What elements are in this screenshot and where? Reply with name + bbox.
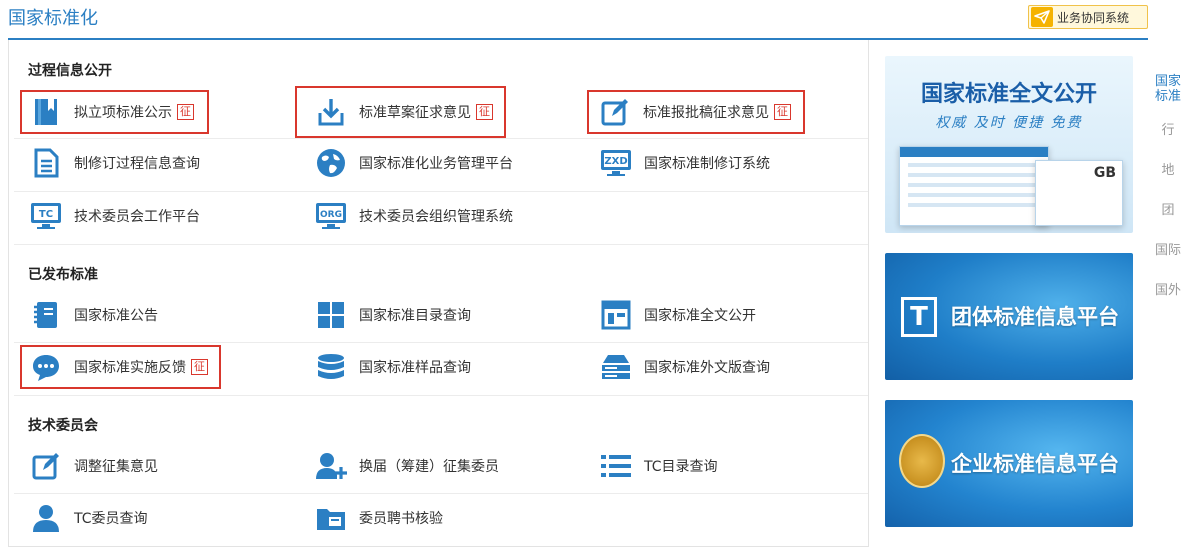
item-label: 制修订过程信息查询 — [74, 156, 200, 172]
item-label: TC目录查询 — [644, 459, 718, 475]
svg-text:TC: TC — [39, 209, 53, 220]
section-title-tc: 技术委员会 — [28, 418, 98, 434]
edit-pencil-icon — [30, 450, 62, 482]
solicit-badge: 征 — [191, 359, 208, 375]
item-approval-draft-comments[interactable]: 标准报批稿征求意见 征 — [587, 90, 805, 134]
item-label: TC委员查询 — [74, 511, 148, 527]
folder-icon — [315, 502, 347, 534]
item-label: 国家标准实施反馈 — [74, 360, 186, 376]
notebook-icon — [30, 299, 62, 331]
user-icon — [30, 502, 62, 534]
monitor-tc-icon: TC — [30, 200, 62, 232]
item-tc-member-query[interactable]: TC委员查询 — [30, 498, 148, 538]
item-label: 国家标准目录查询 — [359, 308, 471, 324]
side-tab-foreign[interactable]: 国外 — [1148, 270, 1188, 310]
item-catalog-query[interactable]: 国家标准目录查询 — [315, 295, 471, 335]
server-stack-icon — [600, 351, 632, 383]
row-divider — [14, 138, 868, 139]
section-title-process: 过程信息公开 — [28, 63, 112, 79]
svg-text:ZXD: ZXD — [604, 156, 627, 167]
list-icon — [600, 450, 632, 482]
item-label: 技术委员会组织管理系统 — [359, 209, 513, 225]
side-tab-bar: 国家标准 行 地 团 国际 国外 — [1148, 68, 1188, 310]
globe-icon — [315, 147, 347, 179]
row-divider — [14, 493, 868, 494]
national-emblem-icon — [899, 434, 945, 488]
item-adjust-comments[interactable]: 调整征集意见 — [30, 446, 158, 486]
paper-plane-icon — [1031, 7, 1053, 27]
gb-mark: GB — [1093, 165, 1116, 181]
row-divider — [14, 191, 868, 192]
item-label: 调整征集意见 — [74, 459, 158, 475]
item-label: 国家标准化业务管理平台 — [359, 156, 513, 172]
banner-enterprise-standard-platform[interactable]: 企业标准信息平台 — [885, 400, 1133, 527]
item-tc-work-platform[interactable]: TC 技术委员会工作平台 — [30, 196, 200, 236]
chat-bubble-icon — [30, 351, 62, 383]
item-tc-catalog-query[interactable]: TC目录查询 — [600, 446, 718, 486]
svg-text:ORG: ORG — [320, 210, 342, 220]
banner-title: 国家标准全文公开 — [920, 82, 1097, 107]
solicit-badge: 征 — [476, 104, 493, 120]
item-label: 换届（筹建）征集委员 — [359, 459, 499, 475]
item-tc-org-system[interactable]: ORG 技术委员会组织管理系统 — [315, 196, 513, 236]
collab-system-label: 业务协同系统 — [1057, 10, 1130, 25]
side-tab-local[interactable]: 地 — [1148, 150, 1188, 190]
group-standard-logo: T — [901, 297, 937, 337]
document-preview — [899, 146, 1049, 226]
edit-pencil-icon — [599, 96, 631, 128]
item-sample-query[interactable]: 国家标准样品查询 — [315, 347, 471, 387]
side-tab-group[interactable]: 团 — [1148, 190, 1188, 230]
solicit-badge: 征 — [177, 104, 194, 120]
monitor-zxd-icon: ZXD — [600, 147, 632, 179]
download-tray-icon — [315, 96, 347, 128]
item-label: 国家标准制修订系统 — [644, 156, 770, 172]
banner-title: 企业标准信息平台 — [951, 452, 1119, 476]
section-divider — [14, 395, 868, 396]
item-label: 技术委员会工作平台 — [74, 209, 200, 225]
item-implementation-feedback[interactable]: 国家标准实施反馈 征 — [20, 345, 221, 389]
collab-system-button[interactable]: 业务协同系统 — [1028, 5, 1148, 29]
row-divider — [14, 342, 868, 343]
section-title-published: 已发布标准 — [28, 267, 98, 283]
side-tab-industry[interactable]: 行 — [1148, 110, 1188, 150]
item-business-platform[interactable]: 国家标准化业务管理平台 — [315, 143, 513, 183]
item-label: 国家标准外文版查询 — [644, 360, 770, 376]
grid-icon — [315, 299, 347, 331]
item-label: 标准草案征求意见 — [359, 105, 471, 121]
bookmark-book-icon — [30, 96, 62, 128]
item-label: 国家标准全文公开 — [644, 308, 756, 324]
item-revision-system[interactable]: ZXD 国家标准制修订系统 — [600, 143, 770, 183]
monitor-org-icon: ORG — [315, 200, 347, 232]
item-label: 拟立项标准公示 — [74, 105, 172, 121]
database-icon — [315, 351, 347, 383]
section-divider — [14, 244, 868, 245]
banner-group-standard-platform[interactable]: T 团体标准信息平台 — [885, 253, 1133, 380]
side-tab-international[interactable]: 国际 — [1148, 230, 1188, 270]
side-tab-national[interactable]: 国家标准 — [1148, 68, 1188, 110]
item-label: 委员聘书核验 — [359, 511, 443, 527]
item-proposal-publicity[interactable]: 拟立项标准公示 征 — [20, 90, 209, 134]
banner-fulltext-public[interactable]: 国家标准全文公开 权威 及时 便捷 免费 GB — [885, 56, 1133, 233]
banner-subtitle: 权威 及时 便捷 免费 — [935, 115, 1083, 131]
item-label: 国家标准样品查询 — [359, 360, 471, 376]
solicit-badge: 征 — [774, 104, 791, 120]
item-standard-announcement[interactable]: 国家标准公告 — [30, 295, 158, 335]
item-fulltext-public[interactable]: 国家标准全文公开 — [600, 295, 756, 335]
page-title: 国家标准化 — [8, 8, 98, 29]
add-user-icon — [315, 450, 347, 482]
item-recruit-members[interactable]: 换届（筹建）征集委员 — [315, 446, 499, 486]
item-certificate-verify[interactable]: 委员聘书核验 — [315, 498, 443, 538]
item-label: 国家标准公告 — [74, 308, 158, 324]
item-foreign-version-query[interactable]: 国家标准外文版查询 — [600, 347, 770, 387]
item-revision-process-query[interactable]: 制修订过程信息查询 — [30, 143, 200, 183]
document-preview: GB — [1035, 160, 1123, 226]
item-draft-comments[interactable]: 标准草案征求意见 征 — [295, 86, 506, 138]
layout-window-icon — [600, 299, 632, 331]
item-label: 标准报批稿征求意见 — [643, 105, 769, 121]
banner-title: 团体标准信息平台 — [951, 305, 1119, 329]
document-list-icon — [30, 147, 62, 179]
